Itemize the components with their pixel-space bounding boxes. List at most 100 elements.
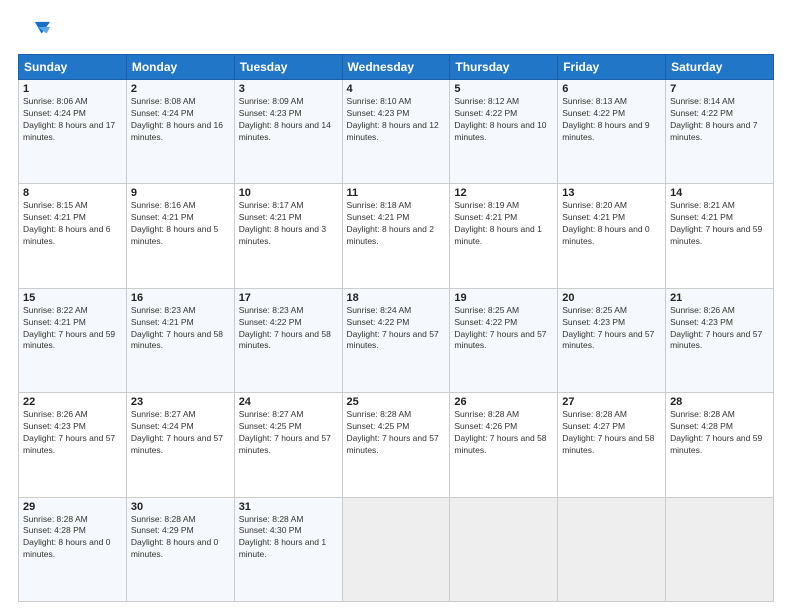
week-row-2: 8Sunrise: 8:15 AMSunset: 4:21 PMDaylight…	[19, 184, 774, 288]
day-number: 27	[562, 396, 661, 408]
weekday-header-row: SundayMondayTuesdayWednesdayThursdayFrid…	[19, 55, 774, 80]
day-cell-17: 17Sunrise: 8:23 AMSunset: 4:22 PMDayligh…	[234, 288, 342, 392]
weekday-friday: Friday	[558, 55, 666, 80]
day-info: Sunrise: 8:28 AMSunset: 4:30 PMDaylight:…	[239, 514, 338, 562]
day-info: Sunrise: 8:28 AMSunset: 4:28 PMDaylight:…	[23, 514, 122, 562]
day-number: 8	[23, 187, 122, 199]
day-info: Sunrise: 8:19 AMSunset: 4:21 PMDaylight:…	[454, 200, 553, 248]
day-cell-1: 1Sunrise: 8:06 AMSunset: 4:24 PMDaylight…	[19, 80, 127, 184]
day-number: 29	[23, 501, 122, 513]
day-info: Sunrise: 8:22 AMSunset: 4:21 PMDaylight:…	[23, 305, 122, 353]
day-cell-14: 14Sunrise: 8:21 AMSunset: 4:21 PMDayligh…	[666, 184, 774, 288]
week-row-3: 15Sunrise: 8:22 AMSunset: 4:21 PMDayligh…	[19, 288, 774, 392]
day-cell-30: 30Sunrise: 8:28 AMSunset: 4:29 PMDayligh…	[126, 497, 234, 601]
empty-cell	[450, 497, 558, 601]
day-cell-29: 29Sunrise: 8:28 AMSunset: 4:28 PMDayligh…	[19, 497, 127, 601]
day-number: 4	[347, 83, 446, 95]
weekday-thursday: Thursday	[450, 55, 558, 80]
day-cell-21: 21Sunrise: 8:26 AMSunset: 4:23 PMDayligh…	[666, 288, 774, 392]
day-number: 9	[131, 187, 230, 199]
day-cell-10: 10Sunrise: 8:17 AMSunset: 4:21 PMDayligh…	[234, 184, 342, 288]
day-number: 25	[347, 396, 446, 408]
day-number: 3	[239, 83, 338, 95]
day-number: 31	[239, 501, 338, 513]
day-number: 16	[131, 292, 230, 304]
day-cell-9: 9Sunrise: 8:16 AMSunset: 4:21 PMDaylight…	[126, 184, 234, 288]
weekday-wednesday: Wednesday	[342, 55, 450, 80]
week-row-1: 1Sunrise: 8:06 AMSunset: 4:24 PMDaylight…	[19, 80, 774, 184]
day-cell-11: 11Sunrise: 8:18 AMSunset: 4:21 PMDayligh…	[342, 184, 450, 288]
week-row-4: 22Sunrise: 8:26 AMSunset: 4:23 PMDayligh…	[19, 393, 774, 497]
day-number: 18	[347, 292, 446, 304]
generalblue-logo-icon	[18, 18, 50, 46]
day-info: Sunrise: 8:25 AMSunset: 4:23 PMDaylight:…	[562, 305, 661, 353]
day-number: 22	[23, 396, 122, 408]
week-row-5: 29Sunrise: 8:28 AMSunset: 4:28 PMDayligh…	[19, 497, 774, 601]
day-cell-2: 2Sunrise: 8:08 AMSunset: 4:24 PMDaylight…	[126, 80, 234, 184]
day-number: 1	[23, 83, 122, 95]
weekday-tuesday: Tuesday	[234, 55, 342, 80]
day-cell-26: 26Sunrise: 8:28 AMSunset: 4:26 PMDayligh…	[450, 393, 558, 497]
day-cell-31: 31Sunrise: 8:28 AMSunset: 4:30 PMDayligh…	[234, 497, 342, 601]
day-number: 5	[454, 83, 553, 95]
day-info: Sunrise: 8:16 AMSunset: 4:21 PMDaylight:…	[131, 200, 230, 248]
weekday-sunday: Sunday	[19, 55, 127, 80]
day-info: Sunrise: 8:23 AMSunset: 4:21 PMDaylight:…	[131, 305, 230, 353]
day-cell-12: 12Sunrise: 8:19 AMSunset: 4:21 PMDayligh…	[450, 184, 558, 288]
day-cell-23: 23Sunrise: 8:27 AMSunset: 4:24 PMDayligh…	[126, 393, 234, 497]
day-cell-7: 7Sunrise: 8:14 AMSunset: 4:22 PMDaylight…	[666, 80, 774, 184]
day-number: 2	[131, 83, 230, 95]
day-cell-6: 6Sunrise: 8:13 AMSunset: 4:22 PMDaylight…	[558, 80, 666, 184]
day-cell-27: 27Sunrise: 8:28 AMSunset: 4:27 PMDayligh…	[558, 393, 666, 497]
day-cell-8: 8Sunrise: 8:15 AMSunset: 4:21 PMDaylight…	[19, 184, 127, 288]
day-number: 14	[670, 187, 769, 199]
day-info: Sunrise: 8:28 AMSunset: 4:26 PMDaylight:…	[454, 409, 553, 457]
day-info: Sunrise: 8:13 AMSunset: 4:22 PMDaylight:…	[562, 96, 661, 144]
day-info: Sunrise: 8:12 AMSunset: 4:22 PMDaylight:…	[454, 96, 553, 144]
header	[18, 18, 774, 46]
day-info: Sunrise: 8:26 AMSunset: 4:23 PMDaylight:…	[23, 409, 122, 457]
day-number: 19	[454, 292, 553, 304]
day-info: Sunrise: 8:14 AMSunset: 4:22 PMDaylight:…	[670, 96, 769, 144]
day-info: Sunrise: 8:09 AMSunset: 4:23 PMDaylight:…	[239, 96, 338, 144]
day-number: 20	[562, 292, 661, 304]
day-cell-5: 5Sunrise: 8:12 AMSunset: 4:22 PMDaylight…	[450, 80, 558, 184]
day-number: 17	[239, 292, 338, 304]
day-info: Sunrise: 8:23 AMSunset: 4:22 PMDaylight:…	[239, 305, 338, 353]
day-cell-25: 25Sunrise: 8:28 AMSunset: 4:25 PMDayligh…	[342, 393, 450, 497]
day-info: Sunrise: 8:28 AMSunset: 4:28 PMDaylight:…	[670, 409, 769, 457]
day-info: Sunrise: 8:08 AMSunset: 4:24 PMDaylight:…	[131, 96, 230, 144]
day-cell-28: 28Sunrise: 8:28 AMSunset: 4:28 PMDayligh…	[666, 393, 774, 497]
day-cell-22: 22Sunrise: 8:26 AMSunset: 4:23 PMDayligh…	[19, 393, 127, 497]
day-info: Sunrise: 8:25 AMSunset: 4:22 PMDaylight:…	[454, 305, 553, 353]
day-number: 10	[239, 187, 338, 199]
day-info: Sunrise: 8:26 AMSunset: 4:23 PMDaylight:…	[670, 305, 769, 353]
day-number: 23	[131, 396, 230, 408]
day-number: 11	[347, 187, 446, 199]
day-info: Sunrise: 8:24 AMSunset: 4:22 PMDaylight:…	[347, 305, 446, 353]
day-cell-4: 4Sunrise: 8:10 AMSunset: 4:23 PMDaylight…	[342, 80, 450, 184]
day-info: Sunrise: 8:28 AMSunset: 4:27 PMDaylight:…	[562, 409, 661, 457]
day-cell-24: 24Sunrise: 8:27 AMSunset: 4:25 PMDayligh…	[234, 393, 342, 497]
day-number: 21	[670, 292, 769, 304]
day-cell-19: 19Sunrise: 8:25 AMSunset: 4:22 PMDayligh…	[450, 288, 558, 392]
day-number: 24	[239, 396, 338, 408]
calendar-table: SundayMondayTuesdayWednesdayThursdayFrid…	[18, 54, 774, 602]
day-info: Sunrise: 8:20 AMSunset: 4:21 PMDaylight:…	[562, 200, 661, 248]
day-info: Sunrise: 8:17 AMSunset: 4:21 PMDaylight:…	[239, 200, 338, 248]
day-info: Sunrise: 8:28 AMSunset: 4:25 PMDaylight:…	[347, 409, 446, 457]
weekday-monday: Monday	[126, 55, 234, 80]
day-cell-16: 16Sunrise: 8:23 AMSunset: 4:21 PMDayligh…	[126, 288, 234, 392]
day-info: Sunrise: 8:06 AMSunset: 4:24 PMDaylight:…	[23, 96, 122, 144]
day-cell-13: 13Sunrise: 8:20 AMSunset: 4:21 PMDayligh…	[558, 184, 666, 288]
day-number: 12	[454, 187, 553, 199]
empty-cell	[558, 497, 666, 601]
day-info: Sunrise: 8:28 AMSunset: 4:29 PMDaylight:…	[131, 514, 230, 562]
day-number: 7	[670, 83, 769, 95]
day-info: Sunrise: 8:15 AMSunset: 4:21 PMDaylight:…	[23, 200, 122, 248]
weekday-saturday: Saturday	[666, 55, 774, 80]
day-number: 15	[23, 292, 122, 304]
day-number: 13	[562, 187, 661, 199]
day-cell-15: 15Sunrise: 8:22 AMSunset: 4:21 PMDayligh…	[19, 288, 127, 392]
day-number: 26	[454, 396, 553, 408]
